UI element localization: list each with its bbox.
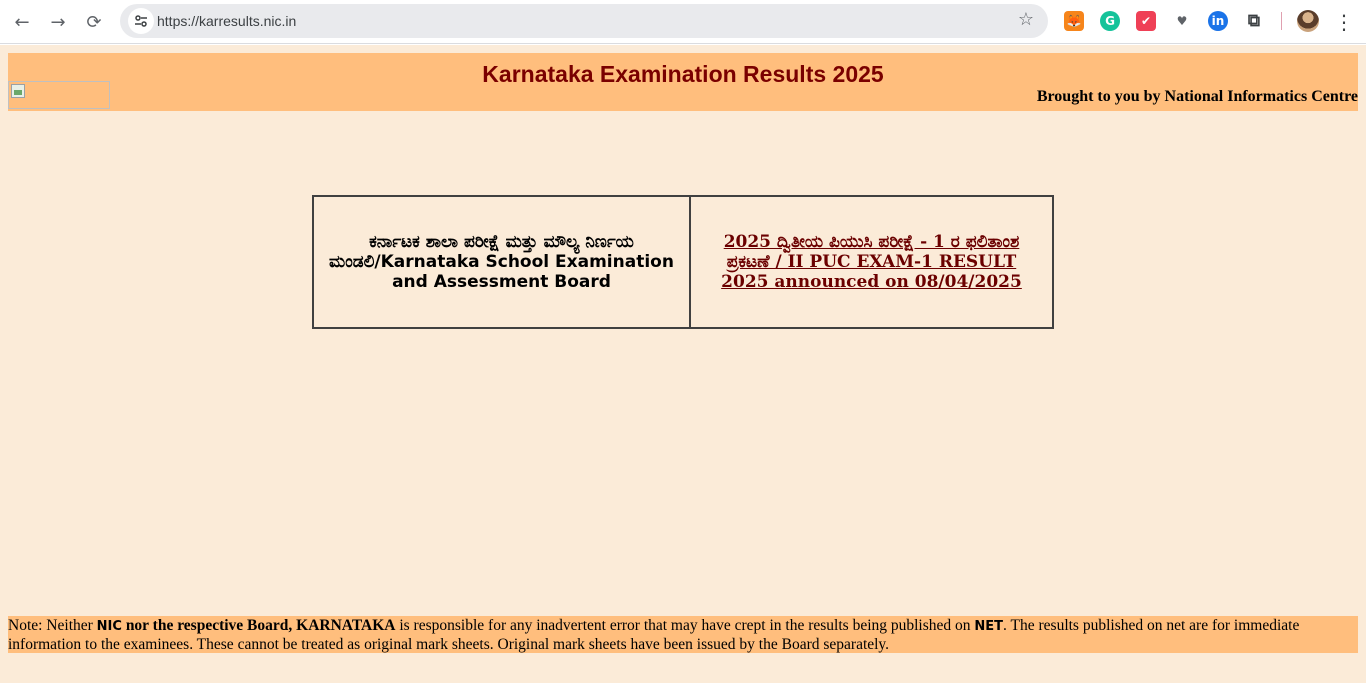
browser-toolbar: ← → ⟳ https://karresults.nic.in ☆ 🦊 G ✔ …	[0, 0, 1366, 44]
page-content: Karnataka Examination Results 2025 Broug…	[0, 45, 1366, 683]
note-net: NET	[974, 619, 1004, 634]
tune-icon	[135, 15, 147, 27]
address-bar[interactable]: https://karresults.nic.in ☆	[120, 4, 1048, 38]
avatar[interactable]	[1297, 10, 1319, 32]
arrow-right-icon: →	[50, 11, 66, 33]
back-button[interactable]: ←	[8, 8, 36, 36]
note-nic: NIC	[96, 619, 122, 634]
note-middle: is responsible for any inadvertent error…	[395, 617, 975, 634]
result-link-cell: 2025 ದ್ವಿತೀಯ ಪಿಯುಸಿ ಪರೀಕ್ಷೆ - 1 ರ ಫಲಿತಾಂ…	[691, 197, 1052, 327]
reload-button[interactable]: ⟳	[80, 8, 108, 36]
star-icon[interactable]: ☆	[1018, 9, 1034, 30]
site-info-button[interactable]	[128, 8, 154, 34]
board-name: ಕರ್ನಾಟಕ ಶಾಲಾ ಪರೀಕ್ಷೆ ಮತ್ತು ಮೌಲ್ಯ ನಿರ್ಣಯ …	[329, 232, 674, 292]
reload-icon: ⟳	[86, 11, 102, 33]
page-title: Karnataka Examination Results 2025	[482, 61, 884, 87]
pocket-icon[interactable]: ✔	[1136, 11, 1156, 31]
puzzle-icon[interactable]: ⧉	[1244, 11, 1264, 31]
header-band: Karnataka Examination Results 2025 Broug…	[8, 53, 1358, 111]
metamask-icon[interactable]: 🦊	[1064, 11, 1084, 31]
disclaimer-note: Note: Neither NIC nor the respective Boa…	[8, 616, 1358, 653]
forward-button[interactable]: →	[44, 8, 72, 36]
broken-image-icon	[11, 84, 25, 98]
note-board: nor the respective Board, KARNATAKA	[121, 617, 396, 634]
linkedin-extension-icon[interactable]: in	[1208, 11, 1228, 31]
note-prefix: Note: Neither	[8, 617, 97, 634]
puc-result-link[interactable]: 2025 ದ್ವಿತೀಯ ಪಿಯುಸಿ ಪರೀಕ್ಷೆ - 1 ರ ಫಲಿತಾಂ…	[711, 232, 1032, 292]
nic-credit: Brought to you by National Informatics C…	[1036, 88, 1358, 105]
board-name-cell: ಕರ್ನಾಟಕ ಶಾಲಾ ಪರೀಕ್ಷೆ ಮತ್ತು ಮೌಲ್ಯ ನಿರ್ಣಯ …	[314, 197, 691, 327]
toolbar-divider	[1281, 12, 1282, 30]
arrow-left-icon: ←	[14, 11, 30, 33]
board-table: ಕರ್ನಾಟಕ ಶಾಲಾ ಪರೀಕ್ಷೆ ಮತ್ತು ಮೌಲ್ಯ ನಿರ್ಣಯ …	[312, 195, 1054, 329]
url-text[interactable]: https://karresults.nic.in	[157, 13, 296, 29]
grammarly-icon[interactable]: G	[1100, 11, 1120, 31]
broken-logo-image	[8, 81, 110, 109]
kebab-menu-icon[interactable]: ⋮	[1334, 8, 1354, 36]
extension-badge-icon[interactable]: ♥	[1172, 11, 1192, 31]
